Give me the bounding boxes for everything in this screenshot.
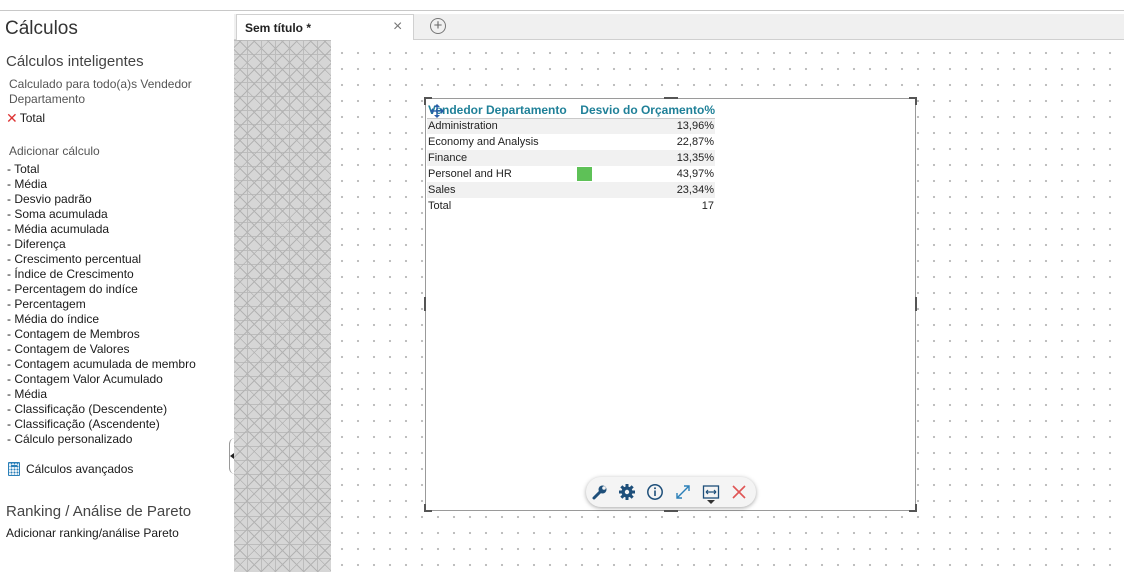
- advanced-calculations-link[interactable]: Cálculos avançados: [8, 462, 133, 476]
- calc-item-total[interactable]: - Total: [7, 162, 196, 177]
- table-row[interactable]: Personel and HR 43,97%: [427, 166, 715, 182]
- info-icon[interactable]: [645, 482, 665, 502]
- department-cell: Personel and HR: [428, 168, 512, 180]
- expand-icon[interactable]: [673, 482, 693, 502]
- table-row[interactable]: Total 17: [427, 198, 715, 214]
- applied-total-label: Total: [19, 111, 46, 125]
- column-header-budget-deviation[interactable]: Desvio do Orçamento%: [575, 102, 715, 119]
- budget-deviation-cell: 22,87%: [575, 134, 715, 150]
- calc-item-running-value-count[interactable]: - Contagem Valor Acumulado: [7, 372, 196, 387]
- budget-deviation-value: 17: [701, 200, 714, 212]
- move-icon[interactable]: [430, 104, 444, 118]
- resize-handle-top-right[interactable]: [909, 97, 917, 105]
- wrench-icon[interactable]: [590, 482, 610, 502]
- budget-deviation-cell: 17: [575, 198, 715, 214]
- resize-handle-bottom-left[interactable]: [424, 504, 432, 512]
- column-header-department[interactable]: Vendedor Departamento: [427, 102, 575, 119]
- calc-item-running-average[interactable]: - Média acumulada: [7, 222, 196, 237]
- calc-item-index-average[interactable]: - Média do índice: [7, 312, 196, 327]
- resize-handle-left[interactable]: [424, 297, 426, 311]
- close-tab-icon[interactable]: ×: [393, 18, 402, 36]
- tab-label: Sem título *: [245, 21, 312, 35]
- calc-item-rank-asc[interactable]: - Classificação (Ascendente): [7, 417, 196, 432]
- canvas-margin: [234, 40, 331, 572]
- calc-item-index-percentage[interactable]: - Percentagem do indíce: [7, 282, 196, 297]
- calc-item-custom[interactable]: - Cálculo personalizado: [7, 432, 196, 447]
- table-row[interactable]: Administration 13,96%: [427, 118, 715, 134]
- add-tab-icon[interactable]: +: [430, 18, 446, 34]
- calculator-icon: [8, 462, 20, 476]
- calculated-for-text: Calculado para todo(a)s Vendedor Departa…: [9, 77, 192, 106]
- department-cell: Economy and Analysis: [428, 136, 539, 148]
- table-row[interactable]: Sales 23,34%: [427, 182, 715, 198]
- add-calculation-label: Adicionar cálculo: [9, 144, 100, 158]
- calc-item-average[interactable]: - Média: [7, 177, 196, 192]
- resize-handle-top[interactable]: [664, 97, 678, 99]
- calc-item-value-count[interactable]: - Contagem de Valores: [7, 342, 196, 357]
- budget-deviation-value: 13,35%: [676, 152, 714, 164]
- calc-item-running-member-count[interactable]: - Contagem acumulada de membro: [7, 357, 196, 372]
- widget-toolbar: [586, 477, 756, 507]
- calc-item-running-sum[interactable]: - Soma acumulada: [7, 207, 196, 222]
- calc-item-difference[interactable]: - Diferença: [7, 237, 196, 252]
- highlight-bar: [577, 167, 592, 181]
- budget-deviation-value: 23,34%: [676, 184, 714, 196]
- data-table: Vendedor Departamento Desvio do Orçament…: [427, 102, 715, 214]
- calc-item-std-dev[interactable]: - Desvio padrão: [7, 192, 196, 207]
- budget-deviation-value: 43,97%: [676, 168, 714, 180]
- department-cell: Finance: [427, 150, 575, 166]
- add-ranking-link[interactable]: Adicionar ranking/análise Pareto: [6, 526, 179, 540]
- resize-handle-right[interactable]: [915, 297, 917, 311]
- budget-deviation-cell: 23,34%: [575, 182, 715, 198]
- resize-handle-bottom-right[interactable]: [909, 504, 917, 512]
- applied-total-item[interactable]: ✕ Total: [6, 111, 45, 125]
- department-cell: Sales: [427, 182, 575, 198]
- department-cell: Total: [428, 200, 452, 212]
- calc-item-member-count[interactable]: - Contagem de Membros: [7, 327, 196, 342]
- close-icon[interactable]: [729, 482, 749, 502]
- budget-deviation-cell: 13,96%: [575, 118, 715, 134]
- budget-deviation-value: 22,87%: [676, 136, 714, 148]
- budget-deviation-cell: 13,35%: [575, 150, 715, 166]
- ranking-title: Ranking / Análise de Pareto: [6, 503, 192, 520]
- chevron-down-icon[interactable]: [707, 500, 715, 504]
- calc-item-average-2[interactable]: - Média: [7, 387, 196, 402]
- panel-title: Cálculos: [5, 18, 78, 39]
- budget-deviation-value: 13,96%: [676, 120, 714, 133]
- remove-icon[interactable]: ✕: [6, 111, 18, 125]
- fit-width-icon[interactable]: [701, 482, 721, 502]
- tab-bar: Sem título * × +: [234, 14, 1124, 41]
- resize-handle-bottom[interactable]: [664, 510, 678, 512]
- table-widget[interactable]: Vendedor Departamento Desvio do Orçament…: [424, 97, 917, 512]
- table-row[interactable]: Economy and Analysis 22,87%: [427, 134, 715, 150]
- calc-item-rank-desc[interactable]: - Classificação (Descendente): [7, 402, 196, 417]
- budget-deviation-cell: 43,97%: [575, 166, 715, 182]
- calculation-list: - Total - Média - Desvio padrão - Soma a…: [7, 162, 196, 447]
- department-cell: Administration: [427, 118, 575, 134]
- calc-item-growth-index[interactable]: - Índice de Crescimento: [7, 267, 196, 282]
- calculations-panel: Cálculos Cálculos inteligentes Calculado…: [0, 11, 232, 572]
- calc-item-percent-growth[interactable]: - Crescimento percentual: [7, 252, 196, 267]
- gear-icon[interactable]: [617, 482, 637, 502]
- smart-calculations-title: Cálculos inteligentes: [6, 53, 144, 70]
- advanced-calculations-label: Cálculos avançados: [26, 462, 134, 476]
- calc-item-percentage[interactable]: - Percentagem: [7, 297, 196, 312]
- tab-untitled[interactable]: Sem título * ×: [236, 14, 414, 41]
- table-row[interactable]: Finance 13,35%: [427, 150, 715, 166]
